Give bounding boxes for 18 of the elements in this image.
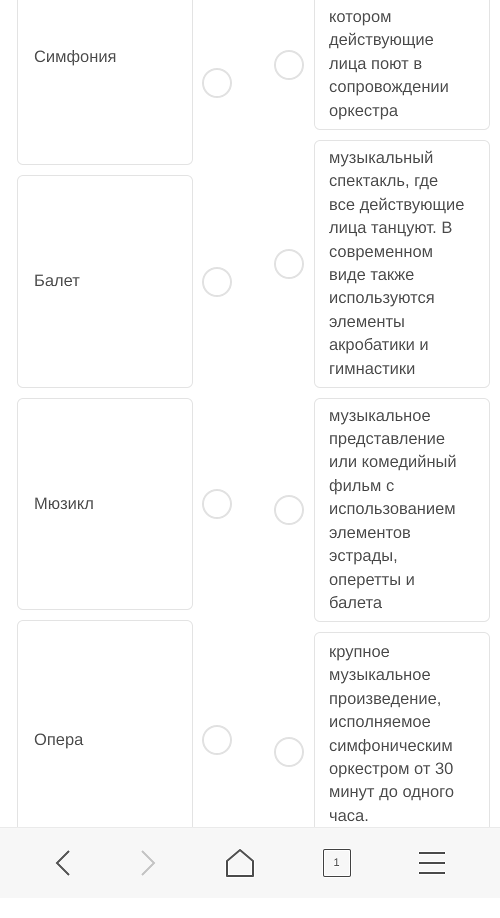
radio-button[interactable]	[202, 266, 232, 296]
menu-button[interactable]	[418, 851, 446, 875]
home-button[interactable]	[224, 848, 255, 878]
term-card: Симфония	[17, 0, 193, 165]
radio-button[interactable]	[202, 725, 232, 755]
definition-card: музыкальный спектакль, где все действующие лица танцуют. В современном виде также используются элементы акробатики и гимнастики	[314, 140, 490, 388]
radio-button[interactable]	[202, 489, 232, 519]
radio-button[interactable]	[274, 50, 304, 80]
radio-button[interactable]	[202, 68, 232, 98]
back-button[interactable]	[54, 849, 72, 877]
definition-card: котором действующие лица поют в сопровождении оркестра	[314, 0, 490, 130]
definition-card: музыкальное представление или комедийный фильм с использованием элементов эстрады, оперетты и балета	[314, 398, 490, 622]
radio-button[interactable]	[274, 737, 304, 767]
term-card: Балет	[17, 175, 193, 388]
term-card: Мюзикл	[17, 398, 193, 610]
radio-button[interactable]	[274, 249, 304, 279]
tabs-button[interactable]: 1	[322, 849, 351, 877]
radio-button[interactable]	[274, 495, 304, 525]
